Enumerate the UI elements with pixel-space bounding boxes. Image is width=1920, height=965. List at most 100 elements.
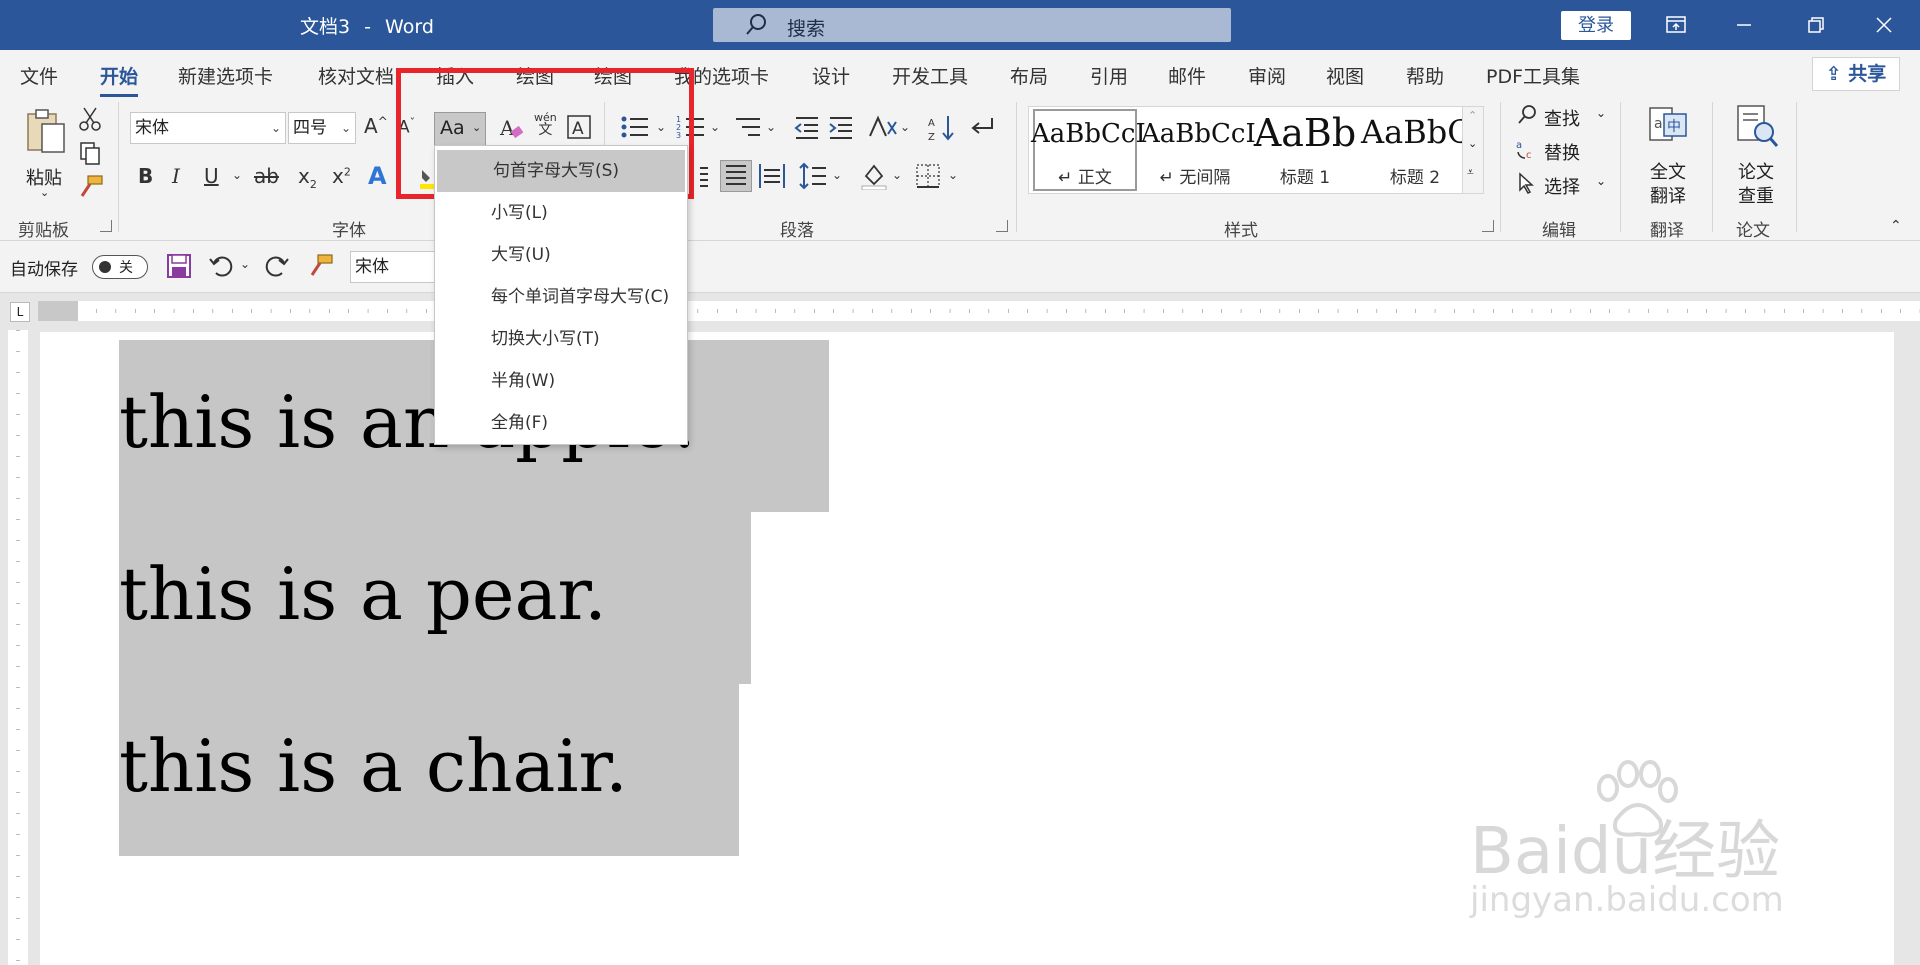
subscript-icon[interactable]: x2 (298, 164, 317, 191)
toggle-knob (99, 261, 111, 273)
shading-icon[interactable] (860, 162, 888, 195)
menu-item-sentence-case[interactable]: 句首字母大写(S) (437, 150, 685, 192)
paragraph-launcher-icon[interactable] (996, 220, 1008, 232)
style-normal[interactable]: AaBbCcI ↵ 正文 (1031, 107, 1146, 193)
styles-group-label: 样式 (1224, 221, 1258, 241)
close-icon[interactable] (1860, 8, 1908, 42)
menu-item-capitalize-each-word[interactable]: 每个单词首字母大写(C) (435, 276, 687, 318)
tab-design[interactable]: 设计 (812, 62, 850, 89)
ribbon-display-icon[interactable] (1652, 8, 1700, 42)
chevron-down-icon[interactable]: ⌄ (766, 120, 776, 134)
align-right-icon[interactable] (700, 162, 710, 195)
style-heading-2[interactable]: AaBbC 标题 2 (1361, 107, 1472, 193)
search-box[interactable]: 搜索 (713, 8, 1231, 42)
show-formatting-icon[interactable] (968, 114, 996, 145)
bold-icon[interactable]: B (138, 164, 153, 188)
multilevel-list-icon[interactable] (732, 114, 762, 145)
chevron-down-icon[interactable]: ⌄ (948, 168, 958, 182)
copy-icon[interactable] (78, 140, 102, 171)
cut-icon[interactable] (78, 106, 102, 137)
tab-layout[interactable]: 布局 (1010, 62, 1048, 89)
select-button[interactable]: 选择 ⌄ (1516, 172, 1606, 200)
tab-home[interactable]: 开始 (100, 62, 139, 97)
tab-stop-selector[interactable]: L (10, 302, 30, 322)
menu-item-half-width[interactable]: 半角(W) (435, 360, 687, 402)
menu-item-toggle-case[interactable]: 切换大小写(T) (435, 318, 687, 360)
distributed-icon[interactable] (758, 162, 786, 195)
line-spacing-icon[interactable] (798, 162, 828, 195)
chevron-down-icon[interactable]: ⌄ (240, 257, 250, 271)
font-size-combo[interactable]: 四号 ⌄ (288, 112, 356, 144)
replace-button[interactable]: ac 替换 (1516, 138, 1580, 166)
document-line[interactable]: this is a chair. (119, 684, 739, 856)
chevron-down-icon[interactable]: ⌄ (710, 120, 720, 134)
styles-scroll: ⌃ ⌄ ⩡ (1462, 106, 1484, 194)
chevron-down-icon[interactable]: ⌄ (232, 168, 242, 182)
superscript-icon[interactable]: x2 (332, 164, 351, 188)
chevron-down-icon: ⌄ (340, 121, 351, 135)
tab-references[interactable]: 引用 (1090, 62, 1128, 89)
share-button[interactable]: ⇪ 共享 (1812, 57, 1900, 91)
style-heading-1[interactable]: AaBb 标题 1 (1251, 107, 1359, 193)
menu-item-full-width[interactable]: 全角(F) (435, 402, 687, 444)
tab-new-tab[interactable]: 新建选项卡 (178, 62, 273, 89)
autosave-toggle[interactable]: 关 (92, 255, 148, 279)
vertical-ruler (8, 330, 28, 965)
paste-dropdown-icon[interactable]: ⌄ (40, 186, 49, 199)
paste-button[interactable]: 粘贴 ⌄ (18, 106, 74, 202)
italic-icon[interactable]: I (172, 164, 180, 188)
chevron-down-icon[interactable]: ⌄ (832, 168, 842, 182)
tab-developer[interactable]: 开发工具 (892, 62, 968, 89)
format-painter-icon[interactable] (308, 253, 334, 284)
font-name-combo[interactable]: 宋体 ⌄ (130, 112, 286, 144)
strikethrough-icon[interactable]: ab (254, 164, 279, 188)
more-styles-icon[interactable]: ⩡ (1467, 165, 1474, 180)
decrease-indent-icon[interactable] (794, 114, 820, 145)
grow-font-icon[interactable]: A^ (364, 114, 388, 138)
menu-item-lowercase[interactable]: 小写(L) (435, 192, 687, 234)
style-preview: AaBbCcI (1141, 119, 1256, 149)
tab-mailings[interactable]: 邮件 (1168, 62, 1206, 89)
sort-icon[interactable]: AZ (928, 114, 956, 147)
tab-view[interactable]: 视图 (1326, 62, 1364, 89)
borders-icon[interactable] (914, 162, 942, 195)
format-painter-icon[interactable] (78, 174, 104, 205)
tab-review[interactable]: 审阅 (1248, 62, 1286, 89)
group-divider (1500, 102, 1501, 232)
increase-indent-icon[interactable] (828, 114, 854, 145)
tab-proofread[interactable]: 核对文档 (318, 62, 394, 89)
app-name: Word (385, 16, 434, 38)
document-line[interactable]: this is a pear. (119, 512, 751, 684)
underline-icon[interactable]: U (204, 164, 219, 188)
style-no-spacing[interactable]: AaBbCcI ↵ 无间隔 (1141, 107, 1256, 193)
clipboard-launcher-icon[interactable] (100, 220, 112, 232)
justify-icon[interactable] (720, 160, 752, 192)
login-button[interactable]: 登录 (1561, 11, 1631, 40)
save-icon[interactable] (166, 253, 192, 284)
styles-launcher-icon[interactable] (1482, 220, 1494, 232)
document-name: 文档3 (300, 16, 351, 38)
tab-file[interactable]: 文件 (20, 62, 58, 89)
chevron-down-icon[interactable]: ⌄ (1468, 137, 1477, 150)
svg-text:Z: Z (928, 132, 935, 142)
watermark-brand: Baidu经验 (1470, 815, 1781, 889)
chevron-down-icon[interactable]: ⌄ (900, 120, 910, 134)
undo-icon[interactable] (208, 253, 234, 284)
paper-check-button[interactable]: 论文 查重 (1728, 104, 1784, 208)
restore-icon[interactable] (1792, 8, 1840, 42)
redo-icon[interactable] (264, 253, 290, 284)
chevron-up-icon[interactable]: ⌃ (1468, 109, 1477, 122)
text-effects-icon[interactable]: A (368, 162, 387, 190)
share-label: 共享 (1848, 63, 1887, 85)
menu-item-uppercase[interactable]: 大写(U) (435, 234, 687, 276)
tab-pdf-tools[interactable]: PDF工具集 (1486, 62, 1580, 89)
chinese-layout-icon[interactable] (868, 114, 898, 145)
qat-font-combo[interactable]: 宋体 (350, 251, 436, 283)
collapse-ribbon-icon[interactable]: ⌃ (1890, 218, 1902, 234)
find-button[interactable]: 查找 ⌄ (1516, 104, 1606, 132)
tab-help[interactable]: 帮助 (1406, 62, 1444, 89)
minimize-icon[interactable] (1720, 8, 1768, 42)
full-translate-button[interactable]: a中 全文 翻译 (1640, 104, 1696, 208)
group-divider (1620, 102, 1621, 232)
chevron-down-icon[interactable]: ⌄ (892, 168, 902, 182)
